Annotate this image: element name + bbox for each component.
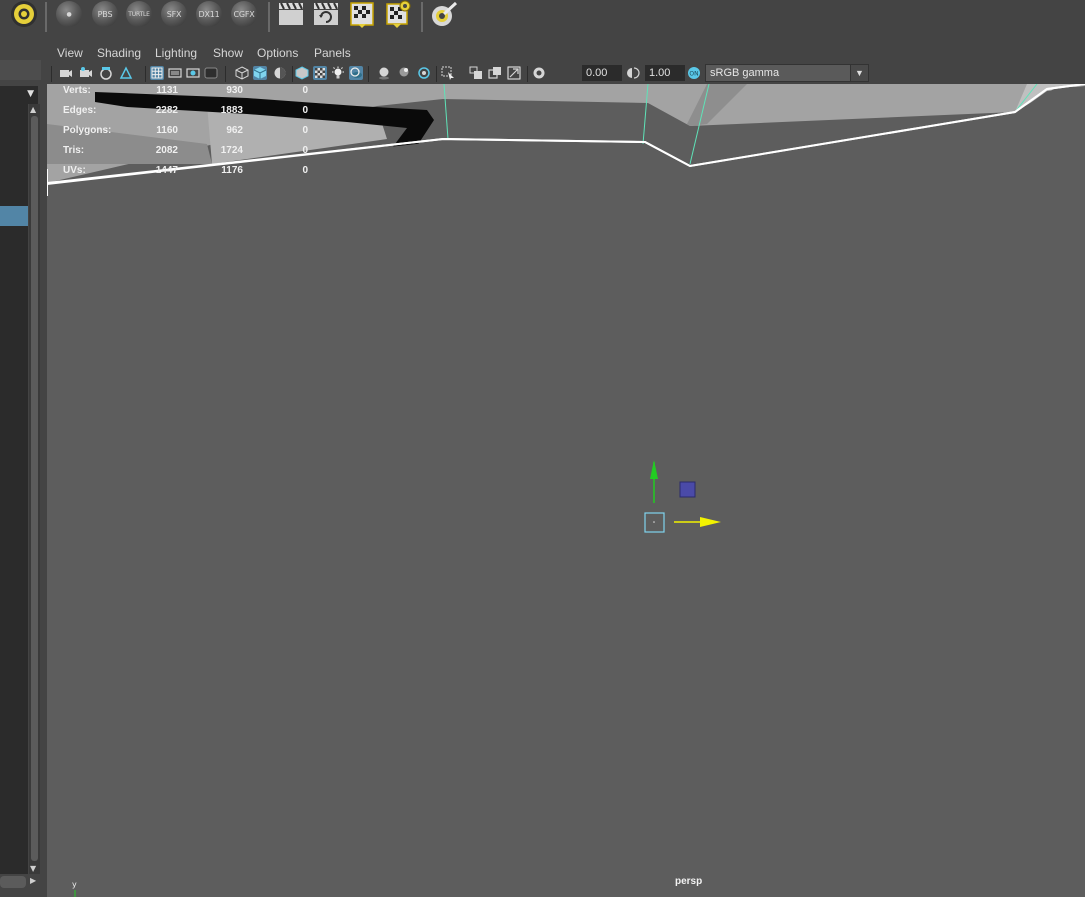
render-clapper-icon[interactable] xyxy=(278,2,304,26)
hypershade-icon[interactable] xyxy=(430,0,458,26)
cgfx-shader-button[interactable]: CGFX xyxy=(231,1,259,29)
wireframe-on-shaded-icon[interactable] xyxy=(295,66,309,80)
list-item-selected[interactable] xyxy=(0,206,28,226)
sidebar-dropdown[interactable]: ▼ xyxy=(0,86,38,104)
select-camera-icon[interactable] xyxy=(59,66,73,80)
chevron-down-icon[interactable]: ▼ xyxy=(850,65,868,81)
scroll-down-icon[interactable]: ▼ xyxy=(30,864,36,873)
svg-text:ON: ON xyxy=(689,71,698,78)
menu-panels[interactable]: Panels xyxy=(314,46,351,60)
gamma-icon[interactable] xyxy=(627,66,641,80)
shadows-icon[interactable] xyxy=(349,66,363,80)
hud-toggle-icon[interactable] xyxy=(469,66,483,80)
pbs-label: PBS xyxy=(92,1,118,27)
xray-joints-icon[interactable] xyxy=(397,66,411,80)
gamma-field[interactable]: 1.00 xyxy=(645,65,685,81)
shelf-separator xyxy=(268,2,270,32)
horizontal-scrollbar-thumb[interactable] xyxy=(0,876,26,888)
exposure-icon[interactable] xyxy=(532,66,546,80)
film-gate-icon[interactable] xyxy=(168,66,182,80)
scrollbar-thumb[interactable] xyxy=(31,116,38,861)
manip-plane-handle[interactable] xyxy=(679,481,696,498)
panel-menubar: View Shading Lighting Show Options Panel… xyxy=(47,44,1085,63)
textured-icon[interactable] xyxy=(313,66,327,80)
smooth-shade-icon[interactable] xyxy=(253,66,267,80)
chevron-down-icon: ▼ xyxy=(27,89,34,99)
menu-show[interactable]: Show xyxy=(213,46,243,60)
turtle-shader-button[interactable]: TURTLE xyxy=(126,1,154,29)
bookmarks-icon[interactable] xyxy=(99,66,113,80)
resolution-gate-icon[interactable] xyxy=(186,66,200,80)
sfx-shader-button[interactable]: SFX xyxy=(161,1,189,29)
camera-name-label: persp xyxy=(675,876,703,887)
gate-mask-icon[interactable] xyxy=(204,66,218,80)
camera-attributes-icon[interactable] xyxy=(79,66,93,80)
hud-row-edges: Edges: 2282 1883 0 xyxy=(63,105,308,116)
menu-view[interactable]: View xyxy=(57,46,83,60)
wireframe-icon[interactable] xyxy=(235,66,249,80)
hud-row-uvs: UVs: 1447 1176 0 xyxy=(63,165,308,176)
shelf-separator xyxy=(45,2,47,32)
layout-icon[interactable] xyxy=(488,66,502,80)
exposure-field[interactable]: 0.00 xyxy=(582,65,622,81)
scroll-right-icon[interactable]: ▶ xyxy=(30,876,36,885)
use-all-lights-icon[interactable] xyxy=(331,66,345,80)
panel-toolbar: 0.00 1.00 ON sRGB gamma ▼ xyxy=(47,63,1085,84)
sfx-label: SFX xyxy=(161,1,187,27)
viewport-background xyxy=(47,86,1085,897)
hud-row-tris: Tris: 2082 1724 0 xyxy=(63,145,308,156)
dx11-shader-button[interactable]: DX11 xyxy=(196,1,224,29)
image-plane-icon[interactable] xyxy=(119,66,133,80)
menu-options[interactable]: Options xyxy=(257,46,298,60)
color-space-select[interactable]: sRGB gamma ▼ xyxy=(705,64,869,82)
outliner-sidebar: ▼ ▲ ▼ ▶ xyxy=(0,40,41,897)
toolbar-separator xyxy=(51,66,52,82)
render-settings-icon[interactable] xyxy=(10,0,38,28)
cgfx-label: CGFX xyxy=(231,1,257,27)
3d-viewport[interactable]: y x z Verts: 1131 930 0 Edges: 2282 1883… xyxy=(47,84,1085,897)
toolbar-separator xyxy=(225,66,226,82)
shelf: ● PBS TURTLE SFX DX11 CGFX xyxy=(0,0,1085,40)
menu-shading[interactable]: Shading xyxy=(97,46,141,60)
turtle-label: TURTLE xyxy=(126,1,152,27)
motion-trail-icon[interactable] xyxy=(507,66,521,80)
toolbar-separator xyxy=(436,66,437,82)
toolbar-separator xyxy=(368,66,369,82)
isolate-select-icon[interactable] xyxy=(441,66,455,80)
ipr-render-icon[interactable] xyxy=(313,2,339,26)
scene-geometry xyxy=(47,84,1085,897)
shader-ball-icon[interactable]: ● xyxy=(56,1,84,29)
default-material-icon[interactable] xyxy=(273,66,287,80)
grid-icon[interactable] xyxy=(150,66,164,80)
menu-lighting[interactable]: Lighting xyxy=(155,46,197,60)
toolbar-separator xyxy=(292,66,293,82)
pbs-shader-button[interactable]: PBS xyxy=(92,1,120,29)
hud-row-verts: Verts: 1131 930 0 xyxy=(63,85,308,96)
maya-window: ● PBS TURTLE SFX DX11 CGFX ▼ ▲ ▼ ▶ View … xyxy=(0,0,1085,897)
hud-row-polygons: Polygons: 1160 962 0 xyxy=(63,125,308,136)
xray-components-icon[interactable] xyxy=(417,66,431,80)
viewport-panel: View Shading Lighting Show Options Panel… xyxy=(47,44,1085,897)
render-settings-gear-icon[interactable] xyxy=(385,0,411,28)
toolbar-separator xyxy=(527,66,528,82)
dx11-label: DX11 xyxy=(196,1,222,27)
xray-icon[interactable] xyxy=(377,66,391,80)
toolbar-separator xyxy=(145,66,146,82)
scroll-up-icon[interactable]: ▲ xyxy=(30,105,36,114)
shelf-separator xyxy=(421,2,423,32)
axis-y-label: y xyxy=(72,880,77,889)
render-sequence-icon[interactable] xyxy=(349,2,375,28)
color-space-value: sRGB gamma xyxy=(710,67,780,79)
color-management-icon[interactable]: ON xyxy=(687,66,701,80)
sidebar-header xyxy=(0,60,41,80)
